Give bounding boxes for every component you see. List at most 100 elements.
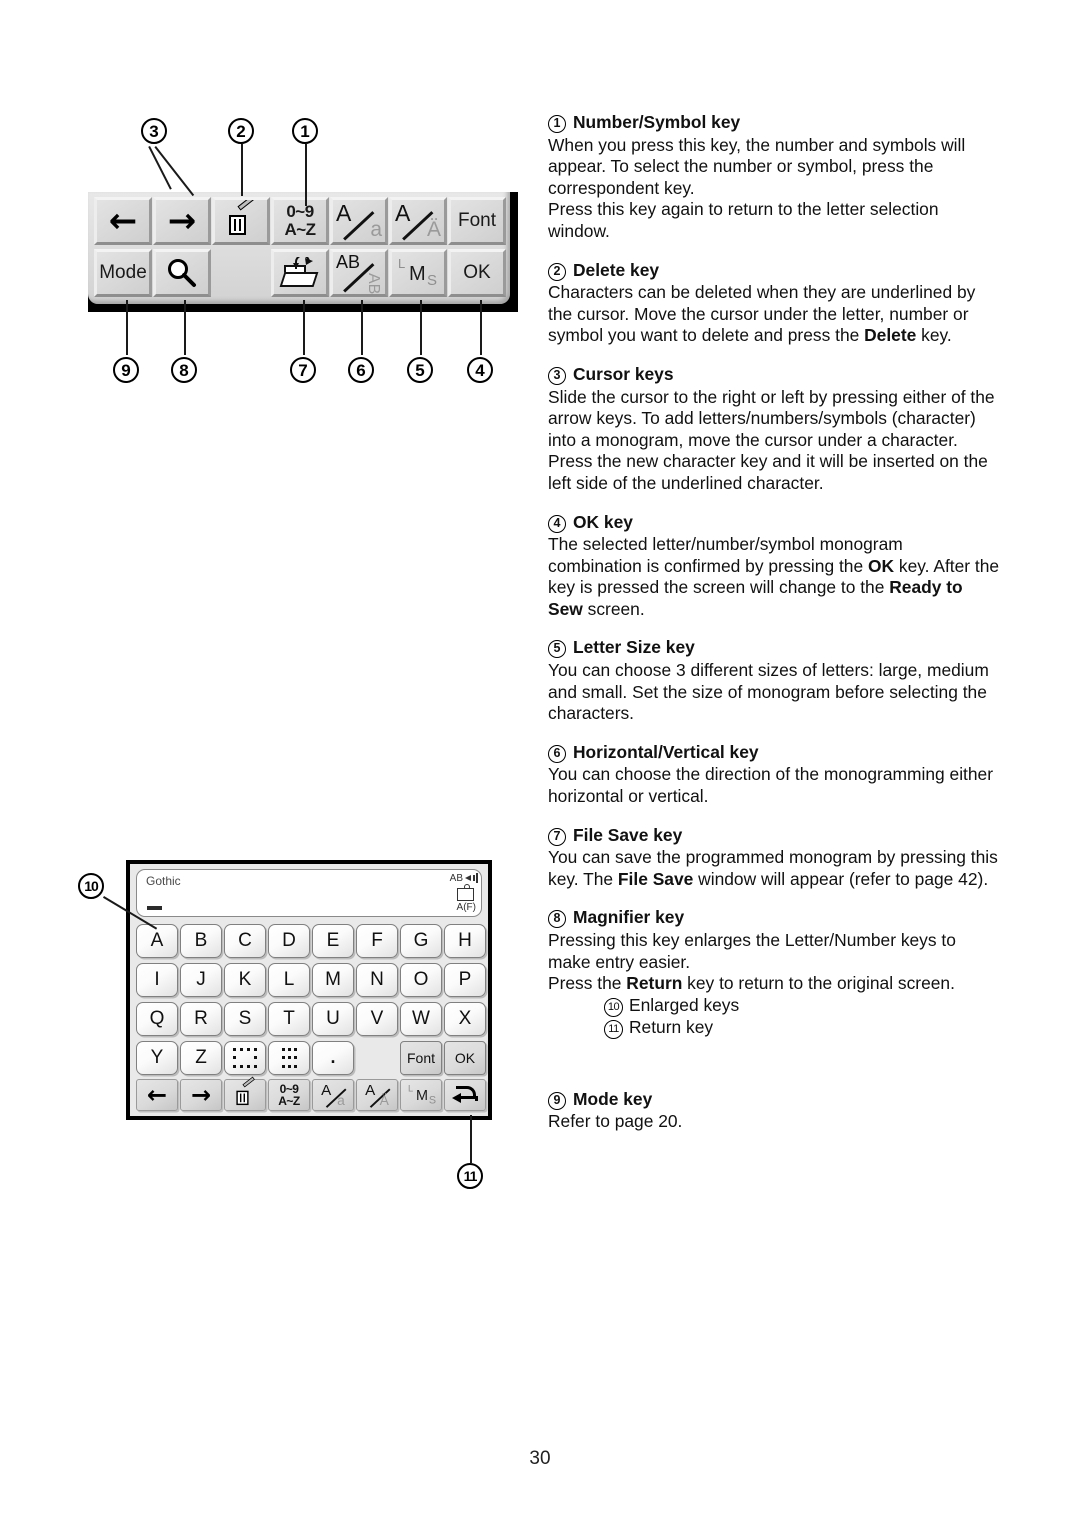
case-key[interactable]: A a [312, 1079, 354, 1111]
key-w[interactable]: W [400, 1002, 442, 1036]
key-e[interactable]: E [312, 924, 354, 958]
period-key[interactable]: . [312, 1041, 354, 1075]
wide-space-key[interactable] [224, 1041, 266, 1075]
key-q[interactable]: Q [136, 1002, 178, 1036]
case-key[interactable]: A a [330, 197, 388, 245]
horizontal-vertical-key[interactable]: AB AB [330, 249, 388, 297]
key-s[interactable]: S [224, 1002, 266, 1036]
letter-size-key[interactable]: L M S [389, 249, 447, 297]
description-section-1: 1 Number/Symbol key When you press this ke… [548, 112, 1000, 243]
mode-key[interactable]: Mode [94, 249, 152, 297]
section-body-2: Characters can be deleted when they are … [548, 282, 976, 346]
font-key[interactable]: Font [400, 1041, 442, 1075]
cursor-left-key[interactable]: ← [136, 1079, 178, 1111]
cursor-left-key[interactable]: ← [94, 197, 152, 245]
magnifier-key[interactable] [153, 249, 211, 297]
sub-item-label: Return key [629, 1016, 714, 1037]
key-l[interactable]: L [268, 963, 310, 997]
display-status-group: AB A(F) [420, 872, 478, 913]
key-y[interactable]: Y [136, 1041, 178, 1075]
callout-4-leader [480, 300, 482, 355]
file-save-key[interactable] [271, 249, 329, 297]
number-symbol-label: 0~9 A~Z [278, 1083, 300, 1107]
number-symbol-label: 0~9 A~Z [284, 202, 316, 239]
accent-key[interactable]: A Ä [356, 1079, 398, 1111]
callout-11-leader [470, 1115, 472, 1163]
section-number-badge: 2 [548, 262, 566, 281]
key-x[interactable]: X [444, 1002, 486, 1036]
key-b[interactable]: B [180, 924, 222, 958]
accent-toggle-icon: A Ä [364, 1081, 391, 1109]
key-i[interactable]: I [136, 963, 178, 997]
trash-icon [226, 200, 256, 236]
section-body-8: Pressing this key enlarges the Letter/Nu… [548, 930, 956, 994]
key-n[interactable]: N [356, 963, 398, 997]
narrow-space-key[interactable] [268, 1041, 310, 1075]
key-z[interactable]: Z [180, 1041, 222, 1075]
description-section-7: 7 File Save key You can save the programme… [548, 825, 1000, 891]
key-f[interactable]: F [356, 924, 398, 958]
ok-key[interactable]: OK [448, 249, 506, 297]
return-key[interactable] [444, 1079, 486, 1111]
arrow-right-icon: → [190, 1081, 212, 1109]
key-j[interactable]: J [180, 963, 222, 997]
speaker-icon [465, 873, 478, 883]
section-title: File Save key [573, 824, 683, 845]
callout-8-leader [184, 300, 186, 355]
section-sub-list: 10 Enlarged keys 11 Return key [604, 995, 1000, 1039]
text-cursor [147, 906, 162, 910]
section-heading-4: 4 OK key [548, 512, 1000, 534]
size-large-label: L [398, 256, 406, 271]
callout-1: 1 [292, 118, 318, 144]
accent-key[interactable]: A Ä [389, 197, 447, 245]
cursor-right-key[interactable]: → [153, 197, 211, 245]
size-small-label: S [428, 1094, 437, 1107]
section-heading-8: 8 Magnifier key [548, 907, 1000, 929]
section-heading-6: 6 Horizontal/Vertical key [548, 742, 1000, 764]
cursor-right-key[interactable]: → [180, 1079, 222, 1111]
delete-key[interactable] [224, 1076, 266, 1111]
magnifier-icon [168, 259, 196, 287]
key-u[interactable]: U [312, 1002, 354, 1036]
sub-item-number-badge: 11 [604, 1019, 623, 1039]
key-k[interactable]: K [224, 963, 266, 997]
section-heading-3: 3 Cursor keys [548, 364, 1000, 386]
callout-7: 7 [290, 357, 316, 383]
callout-4: 4 [467, 357, 493, 383]
key-p[interactable]: P [444, 963, 486, 997]
enlarged-keyboard-diagram: Gothic AB A(F) A B C D E F G H I J K L M… [126, 860, 492, 1120]
section-body-6: You can choose the direction of the mono… [548, 764, 994, 807]
key-t[interactable]: T [268, 1002, 310, 1036]
key-r[interactable]: R [180, 1002, 222, 1036]
key-c[interactable]: C [224, 924, 266, 958]
callout-2: 2 [228, 118, 254, 144]
delete-key[interactable] [212, 197, 270, 245]
number-range-label: 0~9 [286, 202, 314, 221]
callout-2-leader [241, 144, 243, 196]
key-d[interactable]: D [268, 924, 310, 958]
section-number-badge: 3 [548, 366, 566, 385]
case-upper-label: A [336, 200, 352, 226]
section-title: Mode key [573, 1088, 653, 1109]
key-a[interactable]: A [136, 924, 178, 958]
key-v[interactable]: V [356, 1002, 398, 1036]
ok-key[interactable]: OK [444, 1041, 486, 1075]
horizontal-vertical-icon: AB AB [334, 252, 384, 294]
key-o[interactable]: O [400, 963, 442, 997]
section-number-badge: 8 [548, 910, 566, 929]
description-section-8: 8 Magnifier key Pressing this key enlarges… [548, 907, 1000, 1039]
section-title: OK key [573, 511, 633, 532]
font-key[interactable]: Font [448, 197, 506, 245]
page-number: 30 [529, 1448, 551, 1469]
font-key-label: Font [457, 210, 497, 231]
control-panel-face: ← → 0~9 A~Z A a A Ä Font Mode AB AB L M … [88, 192, 510, 304]
key-m[interactable]: M [312, 963, 354, 997]
number-symbol-key[interactable]: 0~9 A~Z [268, 1079, 310, 1111]
size-large-label: L [408, 1082, 414, 1094]
key-h[interactable]: H [444, 924, 486, 958]
callout-11: 11 [457, 1163, 483, 1189]
letter-size-key[interactable]: L M S [400, 1079, 442, 1111]
section-body-3: Slide the cursor to the right or left by… [548, 386, 995, 493]
number-symbol-key[interactable]: 0~9 A~Z [271, 197, 329, 245]
key-g[interactable]: G [400, 924, 442, 958]
